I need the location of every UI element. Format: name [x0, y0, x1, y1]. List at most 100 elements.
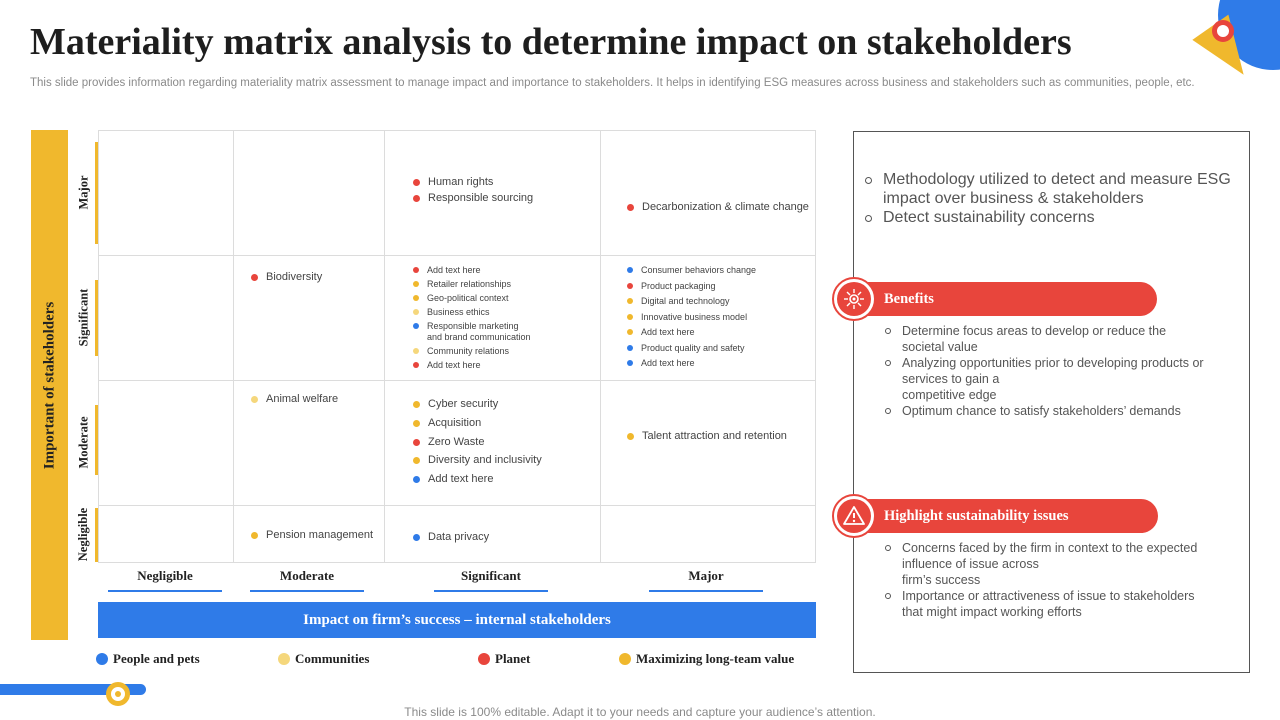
category-dot [627, 204, 634, 211]
matrix-item: Animal welfare [251, 393, 338, 406]
matrix-item: Add text here [413, 265, 481, 276]
matrix-item-label: Add text here [641, 327, 695, 337]
grid-line [99, 255, 815, 256]
matrix-item: Zero Waste [413, 436, 484, 449]
matrix-item-label: Product packaging [641, 280, 716, 291]
matrix-item-label: Pension management [266, 529, 374, 541]
grid-line [600, 131, 601, 562]
category-dot [627, 344, 633, 351]
matrix-item: Geo-political context [413, 293, 509, 304]
column-label-significant: Significant [461, 568, 521, 583]
matrix-item: Product packaging [627, 281, 716, 292]
matrix-item-label: Talent attraction and retention [642, 430, 787, 442]
matrix-item: Responsible sourcing [413, 192, 533, 205]
category-dot [413, 401, 420, 408]
column-label-negligible: Negligible [137, 568, 193, 583]
category-dot [413, 323, 419, 329]
category-dot [413, 457, 420, 465]
bullet-marker [885, 545, 891, 551]
footer-note: This slide is 100% editable. Adapt it to… [404, 705, 876, 719]
matrix-item: Responsible marketing and brand communic… [413, 321, 531, 343]
matrix-item-label: Add text here [641, 358, 695, 368]
matrix-item-label: Cyber security [428, 398, 499, 410]
legend-label: Maximizing long-team value [636, 651, 795, 666]
matrix-item-label: Add text here [428, 473, 494, 486]
category-dot [413, 267, 419, 273]
category-dot [627, 433, 634, 440]
corner-red-ring [1212, 20, 1234, 42]
legend-dot [96, 653, 108, 665]
matrix-item: Cyber security [413, 398, 498, 411]
column-underline [649, 590, 763, 592]
intro-bullet: Detect sustainability concerns [865, 208, 1245, 227]
issues-heading: Highlight sustainability issues [853, 499, 1158, 533]
matrix-item-label: Human rights [428, 176, 494, 188]
grid-line [233, 131, 234, 562]
matrix-item: Innovative business model [627, 312, 747, 323]
category-dot [627, 282, 633, 289]
bullet-marker [885, 360, 891, 366]
matrix-item-label: Innovative business model [641, 311, 748, 322]
category-dot [413, 309, 419, 315]
legend-item-value: Maximizing long-team value [619, 651, 794, 667]
legend-item-planet: Planet [478, 651, 530, 667]
matrix-item-label: Consumer behaviors change [641, 265, 757, 275]
matrix-item-label: Zero Waste [428, 435, 485, 448]
category-dot [251, 532, 258, 539]
matrix-item: Product quality and safety [627, 343, 745, 354]
matrix-item: Retailer relationships [413, 279, 511, 290]
matrix-item: Add text here [627, 358, 695, 369]
row-label-significant: Significant [76, 288, 91, 347]
bullet-marker [885, 328, 891, 334]
matrix-item-label: Data privacy [428, 531, 490, 543]
category-dot [413, 281, 419, 287]
category-dot [413, 295, 419, 301]
bullet-marker [865, 215, 872, 222]
intro-bullet: Methodology utilized to detect and measu… [865, 170, 1245, 208]
category-dot [413, 348, 419, 354]
issue-bullet: Concerns faced by the firm in context to… [885, 540, 1225, 588]
category-dot [251, 274, 258, 281]
matrix-item: Biodiversity [251, 271, 322, 284]
warning-gear-icon [832, 494, 876, 538]
matrix-item-label: Retailer relationships [427, 279, 512, 289]
bullet-marker [885, 593, 891, 599]
page-subtitle: This slide provides information regardin… [30, 77, 1195, 89]
matrix-item-label: Diversity and inclusivity [428, 454, 542, 467]
grid-line [384, 131, 385, 562]
matrix-item-label: Responsible sourcing [428, 192, 534, 204]
matrix-item: Acquisition [413, 417, 481, 430]
matrix-item-label: Add text here [427, 360, 481, 370]
matrix-item-label: Product quality and safety [641, 342, 745, 353]
grid-line [99, 380, 815, 381]
row-label-moderate: Moderate [76, 416, 91, 469]
column-label-moderate: Moderate [279, 568, 335, 583]
bullet-marker [885, 408, 891, 414]
category-dot [251, 396, 258, 403]
benefits-heading: Benefits [853, 282, 1157, 316]
column-underline [250, 590, 364, 592]
benefit-bullet: Analyzing opportunities prior to develop… [885, 355, 1225, 403]
legend-label: Planet [495, 651, 531, 666]
column-label-major: Major [688, 568, 724, 583]
matrix-item-label: Responsible marketing and brand communic… [427, 321, 531, 342]
legend-dot [278, 653, 290, 665]
issue-bullet: Importance or attractiveness of issue to… [885, 588, 1225, 620]
column-underline [434, 590, 548, 592]
category-dot [627, 329, 633, 335]
x-axis-title: Impact on firm’s success – internal stak… [98, 602, 816, 638]
grid-line [99, 505, 815, 506]
category-dot [627, 267, 633, 273]
matrix-item: Digital and technology [627, 296, 730, 307]
matrix-item-label: Geo-political context [427, 293, 509, 303]
category-dot [413, 195, 420, 202]
matrix-item: Decarbonization & climate change [627, 201, 809, 214]
matrix-item-label: Acquisition [428, 416, 482, 429]
bullet-marker [865, 177, 872, 184]
matrix-item: Add text here [413, 360, 481, 371]
legend-item-communities: Communities [278, 651, 369, 667]
matrix-item-label: Digital and technology [641, 296, 730, 306]
benefit-bullet: Determine focus areas to develop or redu… [885, 323, 1225, 355]
matrix-item-label: Animal welfare [266, 393, 339, 405]
page-title: Materiality matrix analysis to determine… [30, 21, 1072, 63]
